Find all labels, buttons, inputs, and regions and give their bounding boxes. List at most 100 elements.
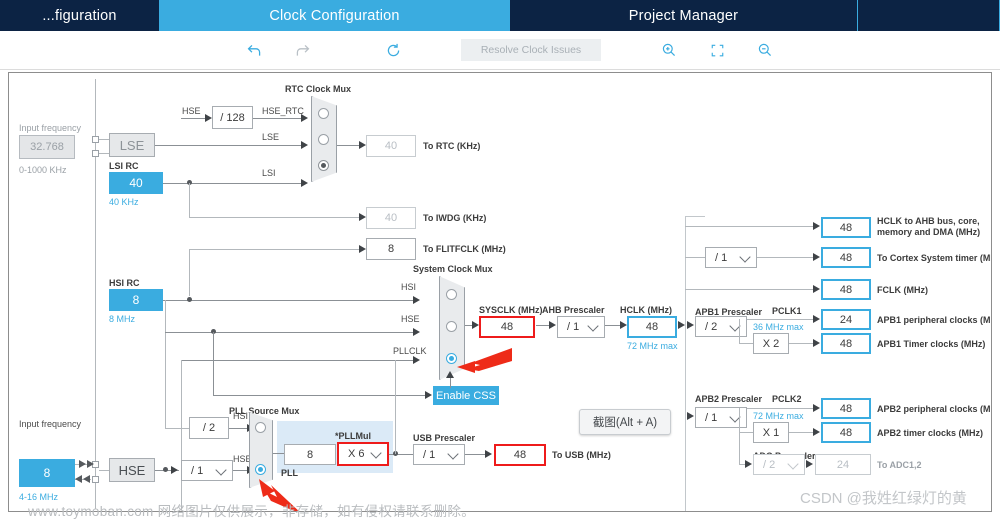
pclk2-label: PCLK2 [772, 394, 802, 404]
tab-clock-configuration[interactable]: Clock Configuration [160, 0, 510, 31]
hsi-rc-value-box[interactable]: 8 [109, 289, 163, 311]
apb2-timer-multiplier: X 1 [762, 426, 780, 439]
pll-hse-divider-select[interactable]: / 1 [181, 460, 233, 481]
apb2-timer-label: APB2 timer clocks (MHz) [877, 428, 984, 438]
enable-css-button[interactable]: Enable CSS [433, 386, 499, 405]
chevron-down-icon [370, 447, 382, 459]
fit-to-screen-icon[interactable] [706, 39, 728, 61]
hclk-value: 48 [645, 321, 659, 333]
lsi-rc-value: 40 [129, 176, 143, 190]
apb2-timer-multiplier-box: X 1 [753, 422, 789, 443]
adc-prescaler-select[interactable]: / 2 [753, 454, 805, 475]
pllmul-value: X 6 [348, 448, 365, 460]
tab-pinout-configuration[interactable]: ...figuration [0, 0, 160, 31]
watermark-toymoban: www.toymoban.com 网络图片仅供展示，非存储，如有侵权请联系删除。 [28, 504, 476, 519]
pll-hsi-divider-box: / 2 [189, 417, 229, 439]
resolve-clock-issues-button[interactable]: Resolve Clock Issues [461, 39, 601, 61]
lsi-rc-unit: 40 KHz [109, 197, 139, 207]
hse-oscillator-box[interactable]: HSE [109, 458, 155, 482]
reset-icon[interactable] [382, 39, 404, 61]
hse-terminal-bottom [92, 476, 99, 483]
wire-arrow [813, 404, 820, 412]
sysmux-option-hse[interactable] [446, 321, 457, 332]
adc-prescaler-value: / 2 [763, 458, 776, 471]
fclk-value-box: 48 [821, 279, 871, 300]
watermark-csdn: CSDN @我姓红绿灯的黄 [800, 490, 967, 507]
hclk-value-box[interactable]: 48 [627, 316, 677, 338]
pll-hsi-divider-value: / 2 [202, 422, 216, 434]
adc-label: To ADC1,2 [877, 460, 922, 470]
apb2-max-label: 72 MHz max [753, 411, 804, 421]
wire-arrow [813, 253, 820, 261]
tab-tools[interactable] [858, 0, 1000, 31]
usb-prescaler-select[interactable]: / 1 [413, 444, 465, 465]
resolve-clock-issues-label: Resolve Clock Issues [480, 44, 582, 56]
lse-oscillator-box[interactable]: LSE [109, 133, 155, 157]
hse-input-frequency-value: 8 [43, 466, 51, 480]
apb1-periph-value: 24 [839, 313, 853, 326]
lsi-rc-value-box[interactable]: 40 [109, 172, 163, 194]
sysclk-value-box[interactable]: 48 [479, 316, 535, 338]
wire-arrow [549, 321, 556, 329]
pllmux-option-hsi[interactable] [255, 422, 266, 433]
enable-css-label: Enable CSS [436, 389, 496, 402]
apb1-prescaler-value: / 2 [705, 320, 718, 333]
hclk-ahb-value-box: 48 [821, 217, 871, 238]
usb-prescaler-title: USB Prescaler [413, 433, 476, 443]
undo-icon[interactable] [243, 39, 265, 61]
lse-input-frequency-field[interactable]: 32.768 [19, 135, 75, 159]
pll-input-value: 8 [306, 448, 314, 461]
junction-dot [187, 297, 192, 302]
usb-prescaler-value: / 1 [423, 448, 436, 461]
wire-arrow [806, 460, 813, 468]
wire-arrow-left [83, 475, 90, 483]
hse-rtc-label: HSE_RTC [262, 106, 304, 116]
chevron-down-icon [215, 463, 227, 476]
to-rtc-value: 40 [384, 140, 398, 152]
ahb-prescaler-title: AHB Prescaler [542, 305, 605, 315]
hse-input-frequency-field[interactable]: 8 [19, 459, 75, 487]
sysclk-title: SYSCLK (MHz) [479, 305, 543, 315]
sysclk-value: 48 [500, 321, 514, 333]
rtc-mux-option-lse[interactable] [318, 134, 329, 145]
ahb-prescaler-select[interactable]: / 1 [557, 316, 605, 338]
screenshot-hint-tooltip: 截图(Alt + A) [579, 409, 671, 435]
rtc-mux-option-hse-rtc[interactable] [318, 108, 329, 119]
zoom-in-icon[interactable] [658, 39, 680, 61]
sysmux-input-hsi-label: HSI [401, 282, 417, 292]
wire-arrow [813, 315, 820, 323]
pll-source-mux-title: PLL Source Mux [229, 406, 300, 416]
wire-arrow [472, 321, 479, 329]
apb2-timer-value: 48 [839, 426, 853, 439]
system-clock-mux-title: System Clock Mux [413, 264, 493, 274]
rtc-mux-option-lsi[interactable] [318, 160, 329, 171]
lse-oscillator-label: LSE [119, 137, 145, 153]
sysmux-option-hsi[interactable] [446, 289, 457, 300]
wire-arrow [359, 213, 366, 221]
hclk-ahb-label: HCLK to AHB bus, core, memory and DMA (MH… [877, 216, 981, 237]
apb1-max-label: 36 MHz max [753, 322, 804, 332]
apb1-timer-multiplier-box: X 2 [753, 333, 789, 354]
apb1-timer-label: APB1 Timer clocks (MHz) [877, 339, 986, 349]
sysmux-input-hse-label: HSE [401, 314, 420, 324]
hclk-max-label: 72 MHz max [627, 341, 678, 351]
sysmux-input-pllclk-label: PLLCLK [393, 346, 427, 356]
cortex-prescaler-select[interactable]: / 1 [705, 247, 757, 268]
wire-arrow-left [75, 475, 82, 483]
zoom-out-icon[interactable] [754, 39, 776, 61]
wire-arrow [678, 321, 685, 329]
hsi-rc-value: 8 [132, 293, 140, 307]
clock-tree-canvas[interactable]: Input frequency 32.768 0-1000 KHz LSE LS… [8, 72, 992, 512]
to-flitfclk-value: 8 [387, 243, 395, 255]
adc-value: 24 [836, 458, 850, 471]
pll-input-value-box: 8 [284, 444, 336, 465]
wire-arrow [745, 460, 752, 468]
annotation-arrow-sysclk [457, 348, 512, 374]
wire-arrow [413, 356, 420, 364]
to-iwdg-label: To IWDG (KHz) [423, 213, 487, 223]
tab-project-manager[interactable]: Project Manager [510, 0, 858, 31]
hse-input-frequency-label: Input frequency [19, 419, 82, 429]
pllmul-select[interactable]: X 6 [337, 442, 389, 466]
wire-arrow [301, 179, 308, 187]
to-flitfclk-label: To FLITFCLK (MHz) [423, 244, 506, 254]
